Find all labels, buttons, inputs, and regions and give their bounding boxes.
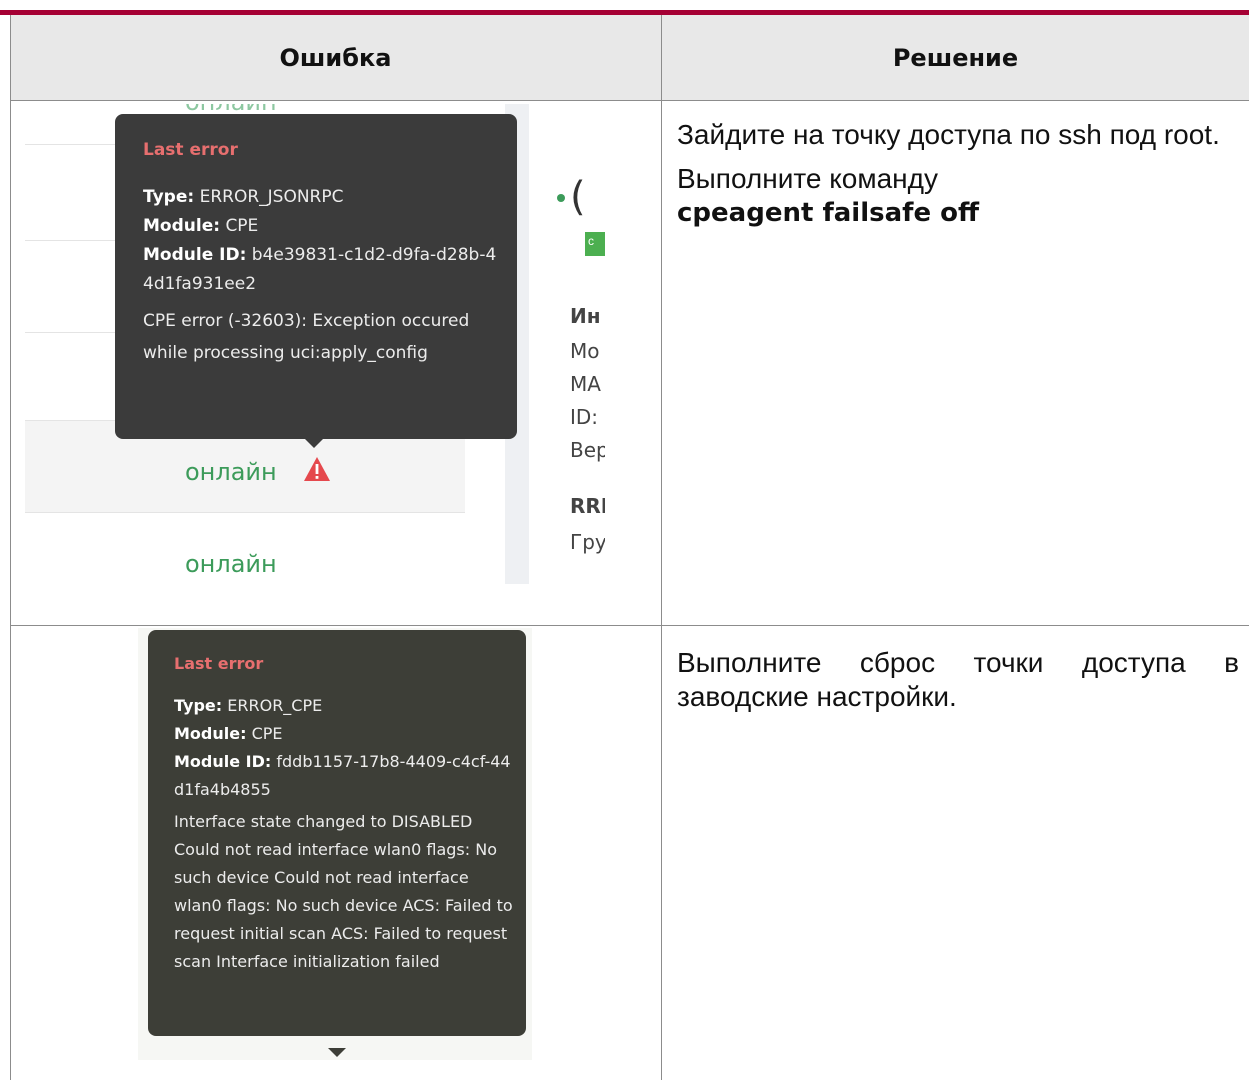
info-row: Вер [570, 438, 605, 462]
tooltip-message: Interface state changed to DISABLED Coul… [174, 812, 513, 971]
table-border-left [10, 15, 11, 1080]
status-online: онлайн [185, 458, 277, 486]
row-divider [10, 625, 1249, 626]
info-row: Гру [570, 530, 605, 554]
list-row-line [25, 512, 465, 513]
header-solution: Решение [662, 15, 1249, 100]
header-solution-label: Решение [892, 43, 1019, 72]
tooltip-arrow [328, 1048, 346, 1057]
section-heading: RRI [570, 494, 605, 518]
solution-1: Зайдите на точку доступа по ssh под root… [677, 118, 1229, 230]
tooltip-type: Type: ERROR_JSONRPC [143, 187, 344, 207]
info-heading: Ин [570, 304, 601, 328]
last-error-tooltip: Last error Type: ERROR_CPE Module: CPE M… [148, 630, 526, 1036]
info-row: ID: [570, 405, 599, 429]
header-error-label: Ошибка [279, 43, 392, 72]
warning-icon [304, 457, 330, 481]
header-divider [10, 100, 1249, 101]
table-column-divider [661, 15, 662, 1080]
tooltip-type: Type: ERROR_CPE [174, 696, 323, 715]
solution-2: Выполните сброс точки доступа в заводски… [677, 646, 1239, 714]
tooltip-message: CPE error (-32603): Exception occured wh… [143, 311, 470, 363]
header-error: Ошибка [10, 15, 661, 100]
status-badge-char: c [588, 234, 594, 248]
error-screenshot-1: онлайн онлайн онлайн ( c Ин Мо МА ID: Ве… [25, 104, 605, 584]
status-dot [557, 194, 565, 202]
info-row: МА [570, 372, 601, 396]
tooltip-module: Module: CPE [174, 724, 283, 743]
tooltip-title: Last error [174, 654, 264, 673]
tooltip-module-id: Module ID: b4e39831-c1d2-d9fa-d28b-44d1f… [143, 245, 497, 294]
error-screenshot-2: Last error Type: ERROR_CPE Module: CPE M… [138, 628, 532, 1060]
last-error-tooltip: Last error Type: ERROR_JSONRPC Module: C… [115, 114, 517, 448]
device-title-clipped: ( [570, 174, 586, 220]
info-row: Мо [570, 339, 600, 363]
status-badge-clipped: c [585, 232, 605, 256]
tooltip-title: Last error [143, 140, 238, 160]
solution-2-step-reset: Выполните сброс точки доступа в заводски… [677, 647, 1239, 712]
solution-1-step-ssh: Зайдите на точку доступа по ssh под root… [677, 119, 1220, 150]
tooltip-module-id: Module ID: fddb1157-17b8-4409-c4cf-44d1f… [174, 752, 511, 799]
solution-1-command: cpeagent failsafe off [677, 198, 980, 228]
tooltip-module: Module: CPE [143, 216, 259, 236]
status-online: онлайн [185, 550, 277, 578]
solution-1-step-command: Выполните команду [677, 163, 938, 194]
